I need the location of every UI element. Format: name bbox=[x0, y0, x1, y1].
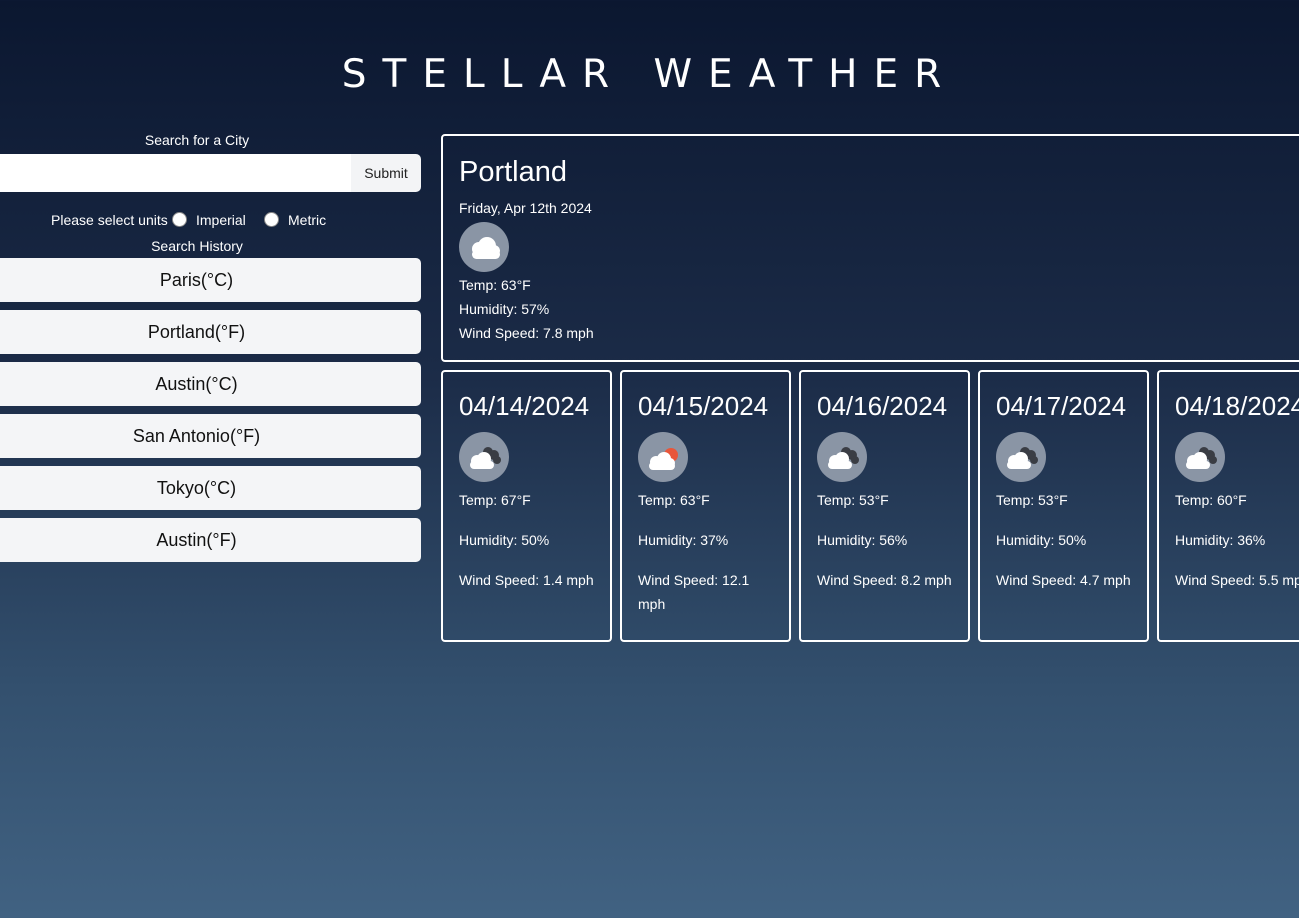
forecast-temp: Temp: 53°F bbox=[817, 492, 889, 508]
forecast-wind: Wind Speed: 12.1 mph bbox=[638, 572, 750, 612]
forecast-card: 04/14/2024 Temp: 67°F Humidity: 50% Wind… bbox=[441, 370, 612, 642]
history-item[interactable]: Tokyo(°C) bbox=[0, 466, 421, 510]
forecast-temp: Temp: 53°F bbox=[996, 492, 1068, 508]
units-label: Please select units bbox=[51, 212, 168, 228]
city-search-input[interactable] bbox=[0, 154, 351, 192]
forecast-temp: Temp: 67°F bbox=[459, 492, 531, 508]
forecast-card: 04/16/2024 Temp: 53°F Humidity: 56% Wind… bbox=[799, 370, 970, 642]
units-selector: Please select units Imperial Metric bbox=[0, 210, 421, 230]
forecast-humidity: Humidity: 36% bbox=[1175, 532, 1266, 548]
forecast-temp: Temp: 60°F bbox=[1175, 492, 1247, 508]
forecast-date: 04/18/2024 bbox=[1175, 391, 1299, 421]
imperial-radio[interactable] bbox=[172, 212, 187, 227]
app-title: STELLAR WEATHER bbox=[341, 52, 958, 97]
metric-label[interactable]: Metric bbox=[288, 212, 326, 228]
dark-clouds-icon bbox=[817, 432, 867, 482]
forecast-wind: Wind Speed: 1.4 mph bbox=[459, 572, 594, 588]
search-label: Search for a City bbox=[144, 132, 250, 148]
history-item[interactable]: San Antonio(°F) bbox=[0, 414, 421, 458]
search-history-list: Paris(°C) Portland(°F) Austin(°C) San An… bbox=[0, 258, 421, 570]
dark-clouds-icon bbox=[459, 432, 509, 482]
forecast-date: 04/15/2024 bbox=[638, 391, 769, 421]
forecast-date: 04/16/2024 bbox=[817, 391, 948, 421]
current-weather-card: Portland Friday, Apr 12th 2024 Temp: 63°… bbox=[441, 134, 1299, 362]
search-form: Submit bbox=[0, 154, 421, 192]
imperial-label[interactable]: Imperial bbox=[196, 212, 246, 228]
history-item[interactable]: Austin(°C) bbox=[0, 362, 421, 406]
forecast-humidity: Humidity: 50% bbox=[996, 532, 1087, 548]
search-history-label: Search History bbox=[151, 238, 243, 254]
current-date: Friday, Apr 12th 2024 bbox=[459, 200, 592, 216]
forecast-wind: Wind Speed: 8.2 mph bbox=[817, 572, 952, 588]
history-item[interactable]: Portland(°F) bbox=[0, 310, 421, 354]
metric-radio[interactable] bbox=[264, 212, 279, 227]
partly-sunny-cloud-icon bbox=[638, 432, 688, 482]
forecast-card: 04/15/2024 Temp: 63°F Humidity: 37% Wind… bbox=[620, 370, 791, 642]
forecast-card: 04/17/2024 Temp: 53°F Humidity: 50% Wind… bbox=[978, 370, 1149, 642]
history-item[interactable]: Paris(°C) bbox=[0, 258, 421, 302]
forecast-card: 04/18/2024 Temp: 60°F Humidity: 36% Wind… bbox=[1157, 370, 1299, 642]
forecast-temp: Temp: 63°F bbox=[638, 492, 710, 508]
current-wind: Wind Speed: 7.8 mph bbox=[459, 325, 594, 341]
forecast-date: 04/14/2024 bbox=[459, 391, 590, 421]
forecast-wind: Wind Speed: 5.5 mph bbox=[1175, 572, 1299, 588]
current-humidity: Humidity: 57% bbox=[459, 301, 550, 317]
history-item[interactable]: Austin(°F) bbox=[0, 518, 421, 562]
current-temp: Temp: 63°F bbox=[459, 277, 531, 293]
cloud-icon bbox=[459, 222, 509, 272]
forecast-humidity: Humidity: 56% bbox=[817, 532, 908, 548]
submit-button[interactable]: Submit bbox=[351, 154, 421, 192]
forecast-wind: Wind Speed: 4.7 mph bbox=[996, 572, 1131, 588]
current-city-name: Portland bbox=[459, 156, 568, 188]
forecast-date: 04/17/2024 bbox=[996, 391, 1127, 421]
dark-clouds-icon bbox=[996, 432, 1046, 482]
forecast-humidity: Humidity: 50% bbox=[459, 532, 550, 548]
dark-clouds-icon bbox=[1175, 432, 1225, 482]
forecast-humidity: Humidity: 37% bbox=[638, 532, 729, 548]
